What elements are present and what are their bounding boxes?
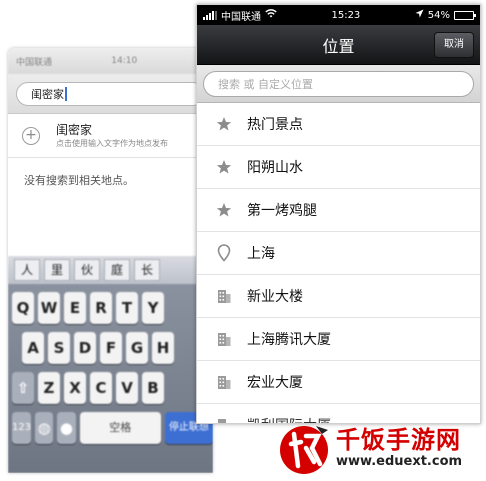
- list-item[interactable]: 上海: [197, 232, 480, 275]
- back-carrier: 中国联通: [16, 57, 53, 68]
- back-search-value: 闺密家: [31, 88, 64, 101]
- back-phone-screen: 中国联通 14:10 ▭ 闺密家 + 闺密家 点击使用输入文字作为地点发布 没有…: [8, 48, 213, 473]
- wifi-icon: [265, 9, 277, 21]
- key-h[interactable]: H: [152, 332, 174, 364]
- location-pin-icon: [215, 244, 233, 262]
- add-custom-location-row[interactable]: + 闺密家 点击使用输入文字作为地点发布: [8, 114, 213, 158]
- watermark-url: www.eduext.com: [336, 454, 463, 469]
- list-item[interactable]: 阳朔山水: [197, 146, 480, 189]
- key-s[interactable]: S: [48, 332, 70, 364]
- building-icon: [215, 416, 233, 423]
- key-t[interactable]: T: [116, 292, 138, 324]
- no-result-message: 没有搜索到相关地点。: [8, 158, 213, 208]
- key-w[interactable]: W: [38, 292, 60, 324]
- microphone-icon[interactable]: ●: [57, 412, 76, 444]
- candidate-key[interactable]: 伙: [74, 259, 100, 281]
- keyboard: 人 里 伙 庭 长 Q W E R T Y A S D F G H ⇧ Z X …: [8, 256, 213, 473]
- cancel-button[interactable]: 取消: [434, 32, 474, 58]
- key-z[interactable]: Z: [38, 372, 60, 404]
- battery-percent: 54%: [427, 9, 450, 21]
- list-item-label: 上海: [247, 246, 275, 262]
- candidate-key[interactable]: 里: [44, 259, 70, 281]
- key-row-1: Q W E R T Y: [8, 292, 213, 324]
- battery-icon: [454, 10, 476, 20]
- candidate-key[interactable]: 庭: [104, 259, 130, 281]
- search-bar: [197, 65, 480, 103]
- key-row-3: ⇧ Z X C V B: [8, 372, 213, 404]
- space-key[interactable]: 空格: [79, 412, 161, 444]
- list-item-label: 热门景点: [247, 117, 303, 133]
- globe-icon[interactable]: ◍: [35, 412, 54, 444]
- status-bar: 中国联通 15:23 54%: [197, 5, 480, 25]
- back-time: 14:10: [111, 56, 138, 66]
- add-row-subtitle: 点击使用输入文字作为地点发布: [56, 138, 168, 148]
- list-item[interactable]: 热门景点: [197, 103, 480, 146]
- key-g[interactable]: G: [126, 332, 148, 364]
- back-status-bar: 中国联通 14:10 ▭: [8, 48, 213, 74]
- candidate-key[interactable]: 长: [134, 259, 160, 281]
- signal-icon: [203, 10, 217, 20]
- list-item[interactable]: 宏业大厦: [197, 361, 480, 404]
- list-item-label: 第一烤鸡腿: [247, 203, 317, 219]
- front-phone-screen: 中国联通 15:23 54% 位置 取消 热门景点 阳朔山水: [196, 4, 481, 424]
- page-title: 位置: [322, 36, 355, 56]
- key-b[interactable]: B: [142, 372, 164, 404]
- watermark-logo-icon: [276, 420, 332, 476]
- location-arrow-icon: [415, 9, 424, 21]
- candidate-key[interactable]: 人: [14, 259, 40, 281]
- list-item[interactable]: 第一烤鸡腿: [197, 189, 480, 232]
- back-search-input[interactable]: 闺密家: [16, 82, 205, 106]
- shift-key[interactable]: ⇧: [12, 372, 34, 404]
- building-icon: [215, 287, 233, 305]
- carrier-name: 中国联通: [221, 11, 261, 23]
- add-circle-icon: +: [22, 126, 40, 145]
- search-input[interactable]: [218, 77, 473, 91]
- key-r[interactable]: R: [90, 292, 112, 324]
- watermark: 千饭手游网 www.eduext.com: [276, 418, 484, 478]
- status-time: 15:23: [331, 9, 361, 21]
- key-f[interactable]: F: [100, 332, 122, 364]
- add-row-title: 闺密家: [56, 122, 93, 137]
- key-row-4: 123 ◍ ● 空格 停止联想: [8, 412, 213, 444]
- numbers-key[interactable]: 123: [12, 412, 32, 444]
- location-list: 热门景点 阳朔山水 第一烤鸡腿 上海 新业大楼 上海腾讯大厦 宏业大厦 凯利国: [197, 103, 480, 423]
- candidate-bar: 人 里 伙 庭 长: [8, 256, 213, 284]
- key-a[interactable]: A: [22, 332, 44, 364]
- star-icon: [215, 115, 233, 133]
- key-row-2: A S D F G H: [8, 332, 213, 364]
- list-item-label: 上海腾讯大厦: [247, 332, 331, 348]
- key-q[interactable]: Q: [12, 292, 34, 324]
- navigation-bar: 位置 取消: [197, 25, 480, 65]
- star-icon: [215, 158, 233, 176]
- back-search-bar: 闺密家: [8, 74, 213, 114]
- key-c[interactable]: C: [90, 372, 112, 404]
- key-d[interactable]: D: [74, 332, 96, 364]
- key-e[interactable]: E: [64, 292, 86, 324]
- key-x[interactable]: X: [64, 372, 86, 404]
- key-v[interactable]: V: [116, 372, 138, 404]
- building-icon: [215, 330, 233, 348]
- building-icon: [215, 373, 233, 391]
- text-caret: [65, 87, 67, 101]
- list-item-label: 宏业大厦: [247, 375, 303, 391]
- list-item[interactable]: 上海腾讯大厦: [197, 318, 480, 361]
- watermark-site-name: 千饭手游网: [336, 426, 461, 454]
- list-item[interactable]: 新业大楼: [197, 275, 480, 318]
- star-icon: [215, 201, 233, 219]
- list-item-label: 新业大楼: [247, 289, 303, 305]
- list-item-label: 阳朔山水: [247, 160, 303, 176]
- key-y[interactable]: Y: [142, 292, 164, 324]
- search-field[interactable]: [203, 71, 474, 97]
